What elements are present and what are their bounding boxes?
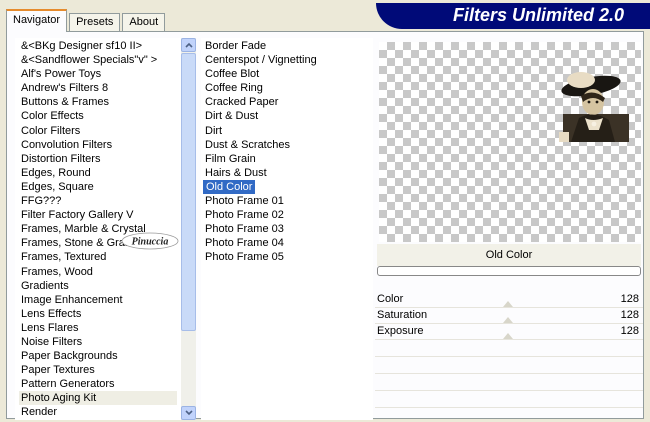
category-item[interactable]: Gradients	[19, 279, 177, 293]
category-item[interactable]: Pattern Generators	[19, 377, 177, 391]
slider-value: 128	[620, 293, 639, 305]
tab-about[interactable]: About	[122, 13, 166, 32]
category-item[interactable]: Edges, Square	[19, 180, 177, 194]
slider-label: Color	[377, 293, 404, 305]
category-item[interactable]: Color Effects	[19, 109, 177, 123]
category-item[interactable]: Photo Aging Kit	[19, 391, 177, 406]
category-item[interactable]: Andrew's Filters 8	[19, 81, 177, 95]
empty-slider-row	[375, 408, 643, 422]
filter-item-label: Dirt & Dust	[205, 110, 259, 123]
chevron-up-icon	[184, 42, 193, 48]
category-item[interactable]: Alf's Power Toys	[19, 67, 177, 81]
filter-item[interactable]: Coffee Blot	[203, 67, 373, 81]
category-item[interactable]: Filter Factory Gallery V	[19, 208, 177, 222]
filter-item[interactable]: Photo Frame 05	[203, 250, 373, 264]
category-item[interactable]: Color Filters	[19, 124, 177, 138]
category-item[interactable]: Noise Filters	[19, 335, 177, 349]
category-item[interactable]: Image Enhancement	[19, 293, 177, 307]
slider-panel: Color 128 Saturation 128 Exposure 128	[375, 292, 643, 422]
filter-item-label: Photo Frame 03	[205, 223, 284, 236]
slider-marker[interactable]	[503, 301, 513, 307]
chevron-down-icon	[184, 410, 193, 416]
filter-item-label: Dirt	[205, 124, 223, 137]
category-list[interactable]: &<BKg Designer sf10 II> &<Sandflower Spec…	[15, 38, 196, 420]
filter-item-label: Photo Frame 02	[205, 209, 284, 222]
scroll-up-button[interactable]	[181, 38, 196, 52]
filter-item-label: Dust & Scratches	[205, 138, 290, 151]
filter-item-label: Coffee Ring	[205, 82, 263, 95]
category-item[interactable]: &<Sandflower Specials"v" >	[19, 53, 177, 67]
category-item[interactable]: Edges, Round	[19, 166, 177, 180]
filter-item[interactable]: Photo Frame 03	[203, 222, 373, 236]
filter-item[interactable]: Dirt & Dust	[203, 109, 373, 123]
category-item[interactable]: Paper Backgrounds	[19, 349, 177, 363]
filter-item[interactable]: Hairs & Dust	[203, 166, 373, 180]
tab-navigator[interactable]: Navigator	[6, 9, 68, 32]
slider-saturation[interactable]: Saturation 128	[375, 308, 643, 324]
filter-item[interactable]: Cracked Paper	[203, 95, 373, 109]
slider-label: Exposure	[377, 325, 424, 337]
empty-slider-row	[375, 340, 643, 357]
tab-bar: Navigator Presets About	[6, 6, 167, 32]
app-title: Filters Unlimited 2.0	[452, 5, 624, 25]
category-item[interactable]: Convolution Filters	[19, 138, 177, 152]
slider-exposure[interactable]: Exposure 128	[375, 324, 643, 340]
preview-area	[379, 42, 641, 242]
filter-item-label: Cracked Paper	[205, 96, 279, 109]
filter-item-label: Coffee Blot	[205, 68, 260, 81]
slider-label: Saturation	[377, 309, 428, 321]
filter-item-label: Photo Frame 04	[205, 237, 284, 250]
progress-bar	[377, 266, 641, 276]
scroll-down-button[interactable]	[181, 406, 196, 420]
title-banner: Filters Unlimited 2.0	[376, 3, 650, 29]
slider-value: 128	[620, 325, 639, 337]
slider-color[interactable]: Color 128	[375, 292, 643, 308]
filter-item[interactable]: Old Color	[203, 179, 256, 195]
category-item[interactable]: Frames, Wood	[19, 265, 177, 279]
preview-photo	[559, 72, 629, 142]
filter-list[interactable]: Border Fade Centerspot / Vignetting Coffee…	[201, 38, 373, 420]
category-item[interactable]: Distortion Filters	[19, 152, 177, 166]
empty-slider-row	[375, 357, 643, 374]
filter-item[interactable]: Film Grain	[203, 152, 373, 166]
slider-marker[interactable]	[503, 333, 513, 339]
filter-item-label: Border Fade	[205, 40, 267, 52]
filter-item[interactable]: Photo Frame 01	[203, 194, 373, 208]
category-scrollbar[interactable]	[181, 38, 196, 420]
navigator-panel: &<BKg Designer sf10 II> &<Sandflower Spec…	[6, 31, 644, 422]
filter-item[interactable]: Dust & Scratches	[203, 138, 373, 152]
filter-item[interactable]: Border Fade	[203, 39, 373, 53]
category-item[interactable]: Lens Flares	[19, 321, 177, 335]
category-item[interactable]: &<BKg Designer sf10 II>	[19, 39, 177, 53]
filter-items: Border Fade Centerspot / Vignetting Coffee…	[203, 39, 373, 265]
empty-slider-row	[375, 374, 643, 391]
tab-presets[interactable]: Presets	[69, 13, 121, 32]
category-item[interactable]: Frames, Textured	[19, 250, 177, 264]
filter-item-label: Centerspot / Vignetting	[205, 54, 317, 67]
category-item[interactable]: Paper Textures	[19, 363, 177, 377]
watermark: Pinuccia	[121, 232, 179, 250]
filter-item-label: Photo Frame 05	[205, 251, 284, 264]
filter-item[interactable]: Coffee Ring	[203, 81, 373, 95]
slider-marker[interactable]	[503, 317, 513, 323]
filter-item-label: Photo Frame 01	[205, 195, 284, 208]
filter-name-label: Old Color	[377, 244, 641, 266]
category-item[interactable]: Render	[19, 405, 177, 419]
filter-item-label: Hairs & Dust	[205, 166, 267, 179]
filter-item-selected-label: Old Color	[206, 180, 253, 193]
empty-slider-row	[375, 391, 643, 408]
slider-value: 128	[620, 309, 639, 321]
category-items: &<BKg Designer sf10 II> &<Sandflower Spec…	[19, 39, 177, 420]
watermark-text: Pinuccia	[132, 237, 169, 248]
category-item[interactable]: FFG???	[19, 194, 177, 208]
category-item[interactable]: Lens Effects	[19, 307, 177, 321]
filter-item-label: Film Grain	[205, 152, 256, 165]
filter-item[interactable]: Centerspot / Vignetting	[203, 53, 373, 67]
filter-item[interactable]: Dirt	[203, 124, 373, 138]
category-item[interactable]: Buttons & Frames	[19, 95, 177, 109]
filter-item[interactable]: Photo Frame 02	[203, 208, 373, 222]
scroll-thumb[interactable]	[181, 53, 196, 331]
filter-item[interactable]: Photo Frame 04	[203, 236, 373, 250]
